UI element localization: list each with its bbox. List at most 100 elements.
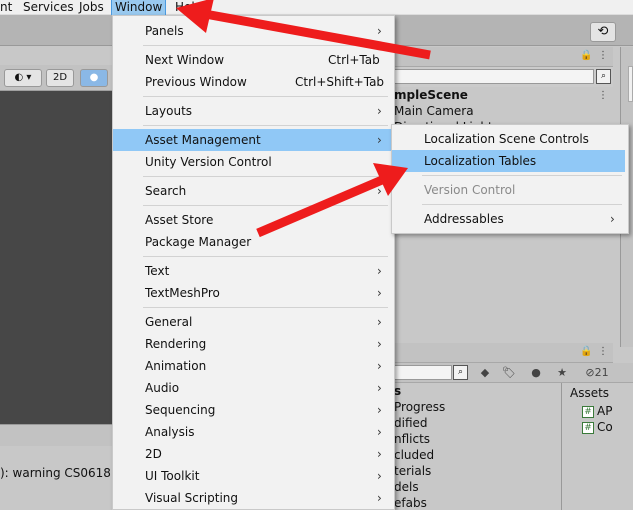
folder-row[interactable]: s [394,384,401,398]
asset-management-submenu: Localization Scene Controls Localization… [391,124,629,234]
menu-item-next-window[interactable]: Next Window Ctrl+Tab [113,49,394,71]
history-icon: ⟲ [597,24,609,39]
shading-mode-button[interactable]: ◐ ▾ [4,69,42,87]
submenu-item-version-control: Version Control [424,183,516,197]
history-button[interactable]: ⟲ [590,22,616,42]
favorites-star-icon[interactable]: ★ [553,365,571,381]
menu-help[interactable]: Help [175,0,202,15]
menu-item-general[interactable]: General › [113,311,394,333]
hidden-count: 21 [594,366,609,379]
menu-item-layouts[interactable]: Layouts › [113,100,394,122]
chevron-right-icon: › [377,337,382,351]
hierarchy-item-main-camera[interactable]: Main Camera [394,104,474,118]
2d-mode-button[interactable]: 2D [46,69,74,87]
window-menu: Panels › Next Window Ctrl+Tab Previous W… [112,15,395,510]
menu-separator [143,96,388,97]
kebab-menu-icon[interactable]: ⋮ [598,50,608,61]
chevron-right-icon: › [377,133,382,147]
menu-item-unity-version-control[interactable]: Unity Version Control [113,151,394,173]
menu-item-animation[interactable]: Animation › [113,355,394,377]
chevron-right-icon: › [610,212,615,226]
menu-item-panels[interactable]: Panels › [113,20,394,42]
kebab-menu-icon[interactable]: ⋮ [598,346,608,357]
filter-by-status-icon[interactable]: ● [527,365,545,381]
chevron-right-icon: › [377,264,382,278]
menu-separator [422,204,622,205]
lightbulb-icon: ● [89,72,99,83]
chevron-right-icon: › [377,104,382,118]
menu-item-analysis[interactable]: Analysis › [113,421,394,443]
menu-item-textmeshpro[interactable]: TextMeshPro › [113,282,394,304]
menu-item-package-manager[interactable]: Package Manager [113,231,394,253]
folder-row[interactable]: efabs [394,496,427,510]
menu-item-asset-store[interactable]: Asset Store [113,209,394,231]
inspector-content [628,66,633,102]
folder-row[interactable]: terials [394,464,431,478]
menu-item-rendering[interactable]: Rendering › [113,333,394,355]
chevron-right-icon: › [377,425,382,439]
chevron-right-icon: › [377,403,382,417]
folder-row[interactable]: dels [394,480,419,494]
hierarchy-search-input[interactable] [394,69,594,84]
asset-item[interactable]: # AP [582,404,612,418]
menu-separator [143,45,388,46]
search-filter-icon[interactable]: ⌕ [596,69,611,84]
menu-separator [143,256,388,257]
menubar: nt Services Jobs Window Help [0,0,633,16]
asset-item[interactable]: # Co [582,420,613,434]
chevron-right-icon: › [377,491,382,505]
menu-separator [143,307,388,308]
lock-icon[interactable]: 🔒 [580,50,592,61]
scene-title[interactable]: mpleScene [394,88,468,102]
chevron-right-icon: › [377,286,382,300]
submenu-item-addressables[interactable]: Addressables › [392,208,628,230]
menu-services[interactable]: Services [23,0,74,15]
folder-row[interactable]: Progress [394,400,445,414]
menu-item-audio[interactable]: Audio › [113,377,394,399]
chevron-right-icon: › [377,469,382,483]
shortcut-label: Ctrl+Tab [328,53,380,67]
lock-icon[interactable]: 🔒 [580,346,592,357]
menu-item-search[interactable]: Search › [113,180,394,202]
hidden-packages-toggle[interactable]: ⊘21 [580,365,614,381]
shortcut-label: Ctrl+Shift+Tab [295,75,385,89]
submenu-item-localization-tables[interactable]: Localization Tables [392,150,625,172]
menu-item-ui-toolkit[interactable]: UI Toolkit › [113,465,394,487]
menu-jobs[interactable]: Jobs [79,0,104,15]
menu-separator [143,125,388,126]
menu-separator [143,176,388,177]
menu-window[interactable]: Window [110,0,167,16]
filter-by-label-icon[interactable]: 🏷 [500,365,518,381]
menu-item-visual-scripting[interactable]: Visual Scripting › [113,487,394,509]
filter-by-type-icon[interactable]: ◆ [476,365,494,381]
script-icon: # [582,421,594,434]
folder-row[interactable]: cluded [394,448,434,462]
project-search-input[interactable] [394,365,452,380]
eye-slash-icon: ⊘ [585,366,595,379]
menu-item-2d[interactable]: 2D › [113,443,394,465]
search-filter-icon[interactable]: ⌕ [453,365,468,380]
menu-item-text[interactable]: Text › [113,260,394,282]
scene-options-icon[interactable]: ⋮ [598,90,608,101]
menu-separator [422,175,622,176]
menu-item-asset-management[interactable]: Asset Management › [113,129,394,151]
chevron-right-icon: › [377,359,382,373]
sphere-icon: ◐ ▾ [14,72,32,83]
script-icon: # [582,405,594,418]
submenu-item-localization-scene-controls[interactable]: Localization Scene Controls [392,128,628,150]
menu-separator [143,205,388,206]
folder-row[interactable]: dified [394,416,428,430]
assets-breadcrumb[interactable]: Assets [570,386,609,400]
chevron-right-icon: › [377,184,382,198]
folder-row[interactable]: nflicts [394,432,430,446]
scene-viewport[interactable] [0,91,112,424]
chevron-right-icon: › [377,315,382,329]
console-tab-bar [0,424,112,446]
menu-item-previous-window[interactable]: Previous Window Ctrl+Shift+Tab [113,71,394,93]
chevron-right-icon: › [377,381,382,395]
menu-item-sequencing[interactable]: Sequencing › [113,399,394,421]
menu-previous-item[interactable]: nt [0,0,12,15]
console-message[interactable]: ): warning CS0618: [0,466,112,480]
chevron-right-icon: › [377,24,382,38]
lighting-toggle-button[interactable]: ● [80,69,108,87]
